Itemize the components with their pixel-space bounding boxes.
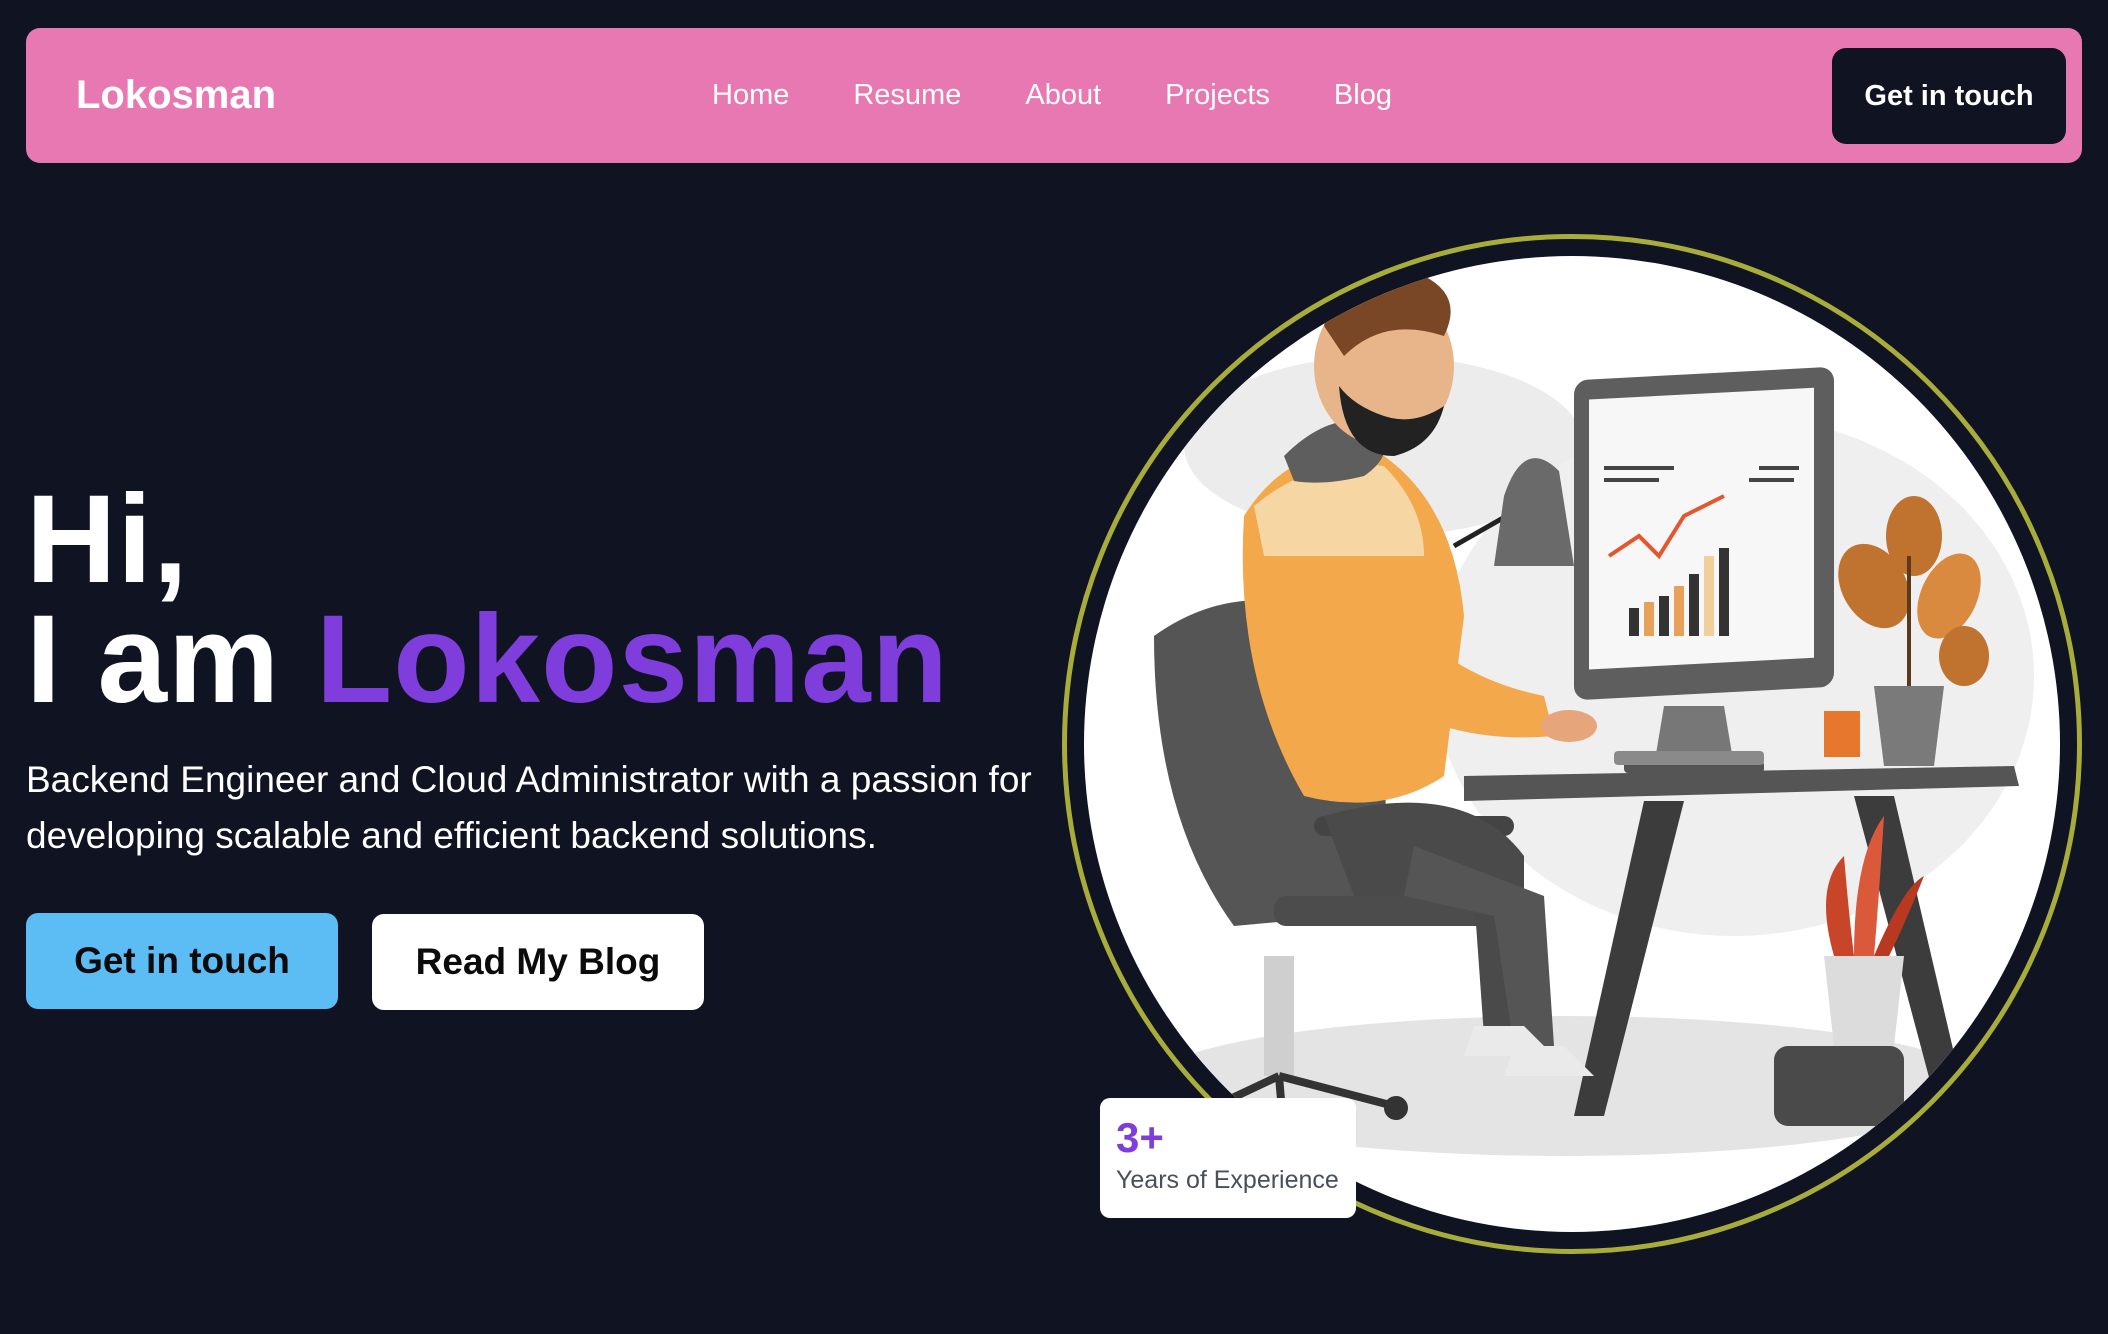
monitor-screen xyxy=(1589,387,1814,670)
hero-description: Backend Engineer and Cloud Administrator… xyxy=(26,759,1032,856)
developer-illustration xyxy=(1084,256,2060,1232)
nav-get-in-touch-button[interactable]: Get in touch xyxy=(1832,48,2066,144)
hero-name-line: I am Lokosman xyxy=(26,597,949,722)
brand-logo[interactable]: Lokosman xyxy=(76,28,276,163)
nav-link-projects[interactable]: Projects xyxy=(1165,79,1270,112)
bag-icon xyxy=(1774,1046,1904,1126)
hero-heading: Hi, I am Lokosman xyxy=(26,470,949,722)
experience-label: Years of Experience xyxy=(1116,1166,1339,1194)
navbar: Lokosman Home Resume About Projects Blog… xyxy=(26,28,2082,163)
cup-icon xyxy=(1824,711,1860,757)
plant-pot xyxy=(1874,686,1944,766)
nav-link-about[interactable]: About xyxy=(1025,79,1101,112)
get-in-touch-button[interactable]: Get in touch xyxy=(26,913,338,1009)
nav-link-home[interactable]: Home xyxy=(712,79,789,112)
hero-intro: I am xyxy=(26,590,281,729)
hero-greeting: Hi, xyxy=(26,470,189,609)
nav-link-resume[interactable]: Resume xyxy=(853,79,961,112)
hero-name: Lokosman xyxy=(315,590,949,729)
read-my-blog-button[interactable]: Read My Blog xyxy=(372,914,704,1010)
developer-illustration-svg xyxy=(1144,256,2034,1156)
nav-link-blog[interactable]: Blog xyxy=(1334,79,1392,112)
experience-badge: 3+ Years of Experience xyxy=(1100,1098,1356,1218)
nav-links: Home Resume About Projects Blog xyxy=(712,28,1392,163)
experience-value: 3+ xyxy=(1116,1114,1164,1161)
